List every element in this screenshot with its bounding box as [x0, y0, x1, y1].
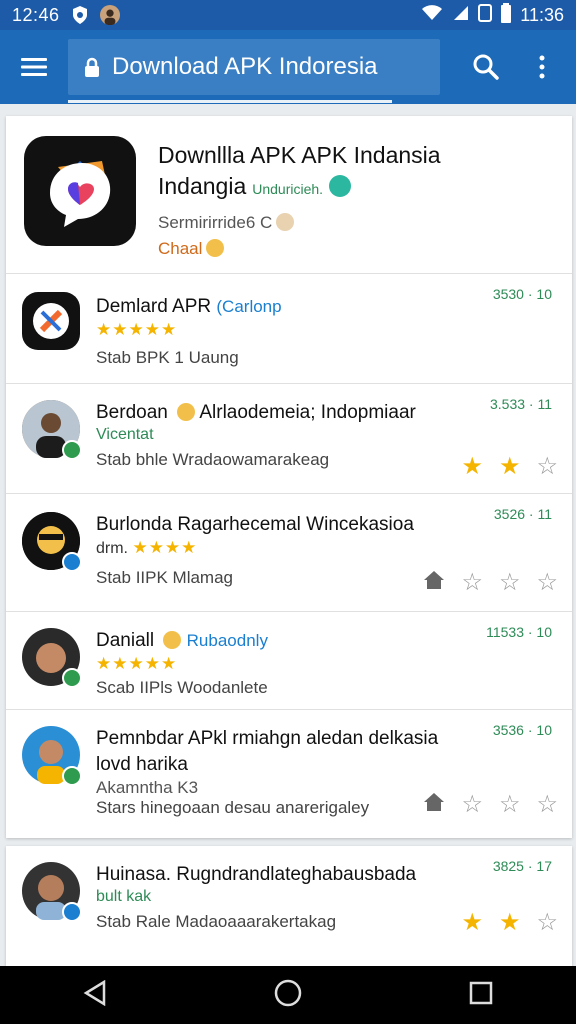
star-outline-icon[interactable]: ☆: [461, 568, 483, 597]
signal-icon: [452, 4, 470, 27]
verified-badge-icon: [62, 552, 82, 572]
avatar: [22, 512, 82, 572]
avatar: [22, 400, 82, 460]
app-bar: Download APK Indoresia: [0, 30, 576, 104]
row-count: 3536 · 10: [492, 722, 552, 738]
verified-badge-icon: [329, 175, 352, 197]
list-item[interactable]: Burlonda Ragarhecemal Wincekasioa drm. ★…: [6, 494, 572, 612]
sim-icon: [478, 3, 493, 27]
app-logo: [24, 136, 136, 246]
avatar: [22, 862, 82, 922]
plus-badge-icon: [62, 668, 82, 688]
row-title: Daniall: [96, 630, 155, 651]
face-emoji-icon: [276, 213, 295, 231]
row-accent: Rubaodnly: [186, 631, 268, 650]
search-icon: [473, 54, 499, 80]
recents-square-icon: [469, 981, 492, 1004]
row-title-line2: lovd harika: [96, 754, 188, 775]
url-text: Download APK Indoresia: [112, 53, 378, 80]
row-meta: Scab IIPls Woodanlete: [96, 678, 268, 697]
star-outline-icon[interactable]: ☆: [536, 790, 558, 819]
overflow-menu-button[interactable]: [514, 30, 570, 104]
rating-stars: ★★★★★: [96, 320, 178, 339]
row-count: 3825 · 17: [492, 858, 552, 874]
more-vertical-icon: [539, 55, 545, 79]
plus-badge-icon: [62, 440, 82, 460]
rating-stars: ★★★★: [132, 538, 198, 557]
shield-icon: [70, 5, 90, 25]
wifi-icon: [420, 4, 444, 27]
row-title-extra: Alrlaodemeia; Indopmiaar: [199, 402, 416, 423]
row-title: Berdoan: [96, 402, 168, 423]
home-icon[interactable]: [423, 792, 445, 817]
lock-icon: [84, 57, 100, 77]
row-count: 3.533 · 11: [489, 396, 552, 412]
featured-meta: Sermirirride6 C: [158, 213, 273, 232]
rating-stars: ★★★★★: [96, 654, 178, 673]
menu-button[interactable]: [0, 30, 68, 104]
emoji-icon: [163, 631, 182, 649]
star-outline-icon[interactable]: ☆: [536, 568, 558, 597]
url-bar[interactable]: Download APK Indoresia: [68, 39, 440, 103]
profile-avatar-icon: [99, 5, 120, 25]
status-time-left: 12:46: [12, 4, 60, 25]
star-half-icon[interactable]: ★: [499, 908, 521, 937]
home-icon[interactable]: [423, 570, 445, 595]
star-outline-icon[interactable]: ☆: [461, 790, 483, 819]
star-half-icon[interactable]: ★: [499, 452, 521, 481]
featured-title-line2: Indangia: [158, 173, 247, 199]
app-list-card-2: Huinasa. Rugndrandlateghabausbada bult k…: [6, 846, 572, 966]
home-button[interactable]: [274, 979, 302, 1012]
featured-title: Downllla APK APK Indansia: [158, 142, 441, 168]
list-item[interactable]: Daniall Rubaodnly ★★★★★ Scab IIPls Wooda…: [6, 612, 572, 710]
app-icon: [22, 292, 80, 350]
row-count: 11533 · 10: [486, 624, 552, 640]
row-meta: Stab BPK 1 Uaung: [96, 348, 239, 367]
battery-icon: [500, 2, 512, 28]
avatar: [22, 726, 82, 786]
row-green-label: Vicentat: [96, 426, 154, 443]
featured-subtitle: Unduricieh.: [252, 181, 324, 197]
hamburger-icon: [21, 58, 47, 76]
row-green-label: bult kak: [96, 888, 152, 905]
list-item[interactable]: Pemnbdar APkl rmiahgn aledan delkasia lo…: [6, 710, 572, 838]
app-list-card: Downllla APK APK Indansia Indangia Unduri…: [6, 116, 572, 838]
star-outline-icon[interactable]: ☆: [536, 908, 558, 937]
star-outline-icon[interactable]: ☆: [536, 452, 558, 481]
star-filled-icon[interactable]: ★: [461, 908, 483, 937]
smile-emoji-icon: [206, 239, 225, 257]
row-title: Demlard APR: [96, 296, 212, 317]
list-item[interactable]: Huinasa. Rugndrandlateghabausbada bult k…: [6, 846, 572, 946]
star-filled-icon[interactable]: ★: [461, 452, 483, 481]
row-count: 3526 · 11: [493, 506, 552, 522]
back-button[interactable]: [83, 979, 107, 1011]
star-outline-icon[interactable]: ☆: [499, 568, 521, 597]
featured-meta2: Chaal: [158, 239, 203, 258]
search-button[interactable]: [458, 30, 514, 104]
row-green-label: drm.: [96, 540, 128, 557]
recents-button[interactable]: [469, 981, 493, 1010]
list-item[interactable]: Demlard APR (Carlonp ★★★★★ Stab BPK 1 Ua…: [6, 274, 572, 384]
verified-badge-icon: [62, 902, 82, 922]
system-nav-bar: [0, 966, 576, 1024]
list-item[interactable]: Berdoan Alrlaodemeia; Indopmiaar Vicenta…: [6, 384, 572, 494]
plus-badge-icon: [62, 766, 82, 786]
featured-app[interactable]: Downllla APK APK Indansia Indangia Unduri…: [6, 116, 572, 274]
home-circle-icon: [274, 979, 302, 1006]
row-accent: (Carlonp: [216, 297, 282, 316]
status-bar: 12:46 11:36: [0, 0, 576, 30]
status-time-right: 11:36: [520, 4, 564, 25]
avatar: [22, 628, 82, 688]
back-triangle-icon: [83, 979, 106, 1006]
emoji-icon: [177, 403, 196, 421]
row-count: 3530 · 10: [492, 286, 552, 302]
star-outline-icon[interactable]: ☆: [499, 790, 521, 819]
